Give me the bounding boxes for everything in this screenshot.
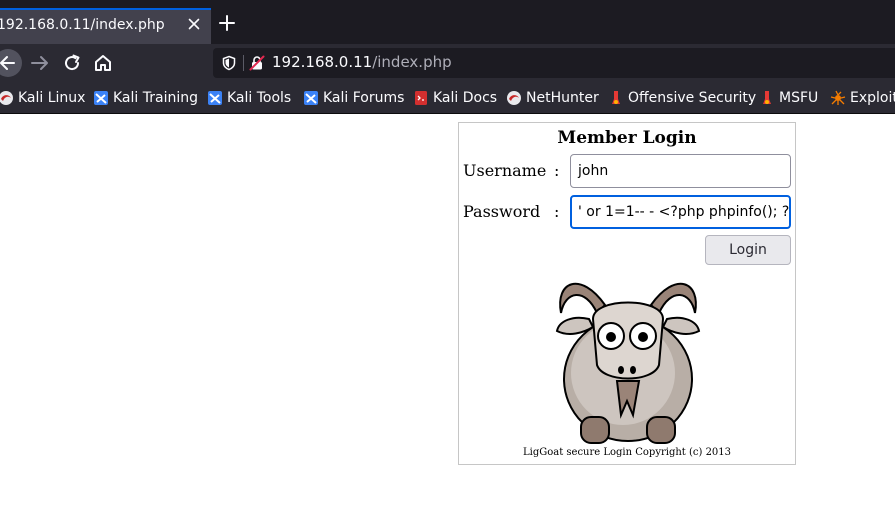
kali-training-icon: [94, 91, 108, 105]
bookmark-nethunter[interactable]: NetHunter: [506, 89, 599, 107]
close-tab-icon[interactable]: [186, 16, 202, 32]
new-tab-icon[interactable]: [218, 14, 236, 32]
kali-tools-icon: [208, 91, 222, 105]
nethunter-icon: [507, 91, 521, 105]
arrow-left-icon: [0, 56, 15, 70]
tab-strip: 192.168.0.11/index.php: [0, 0, 895, 44]
password-colon: :: [554, 202, 560, 221]
bookmark-label: NetHunter: [526, 90, 599, 106]
offsec-icon: [612, 91, 620, 104]
bookmark-label: Kali Linux: [18, 90, 86, 106]
home-icon: [95, 55, 111, 71]
tab-active[interactable]: 192.168.0.11/index.php: [0, 8, 211, 44]
insecure-lock-icon[interactable]: [249, 55, 265, 71]
bookmark-kali-forums[interactable]: Kali Forums: [303, 89, 404, 107]
bookmark-label: Exploit: [850, 90, 895, 106]
reload-icon: [65, 54, 80, 71]
exploit-db-icon: [830, 90, 846, 105]
bookmarks-toolbar: Kali Linux Kali Training Kali Tools Kali…: [0, 81, 895, 114]
tracking-protection-shield-icon[interactable]: [221, 55, 237, 71]
url-host: 192.168.0.11: [272, 53, 373, 71]
bookmark-label: Offensive Security: [628, 90, 757, 106]
username-colon: :: [554, 161, 560, 180]
bookmark-label: MSFU: [779, 90, 819, 106]
kali-forums-icon: [304, 91, 318, 105]
kali-docs-icon: [415, 91, 427, 105]
bookmark-kali-tools[interactable]: Kali Tools: [207, 89, 291, 107]
bookmark-kali-docs[interactable]: Kali Docs: [413, 89, 497, 107]
bookmark-label: Kali Training: [113, 90, 198, 106]
bookmark-msfu[interactable]: MSFU: [759, 89, 818, 107]
password-label: Password: [463, 202, 541, 221]
bookmark-offensive-security[interactable]: Offensive Security: [608, 89, 756, 107]
password-field[interactable]: ' or 1=1-- - <?php phpinfo(); ?>: [570, 195, 791, 229]
tab-title: 192.168.0.11/index.php: [0, 17, 165, 33]
msfu-icon: [763, 91, 771, 104]
bookmark-label: Kali Forums: [323, 90, 405, 106]
bookmark-label: Kali Docs: [433, 90, 498, 106]
username-label: Username: [463, 161, 547, 180]
copyright-text: LigGoat secure Login Copyright (c) 2013: [522, 447, 732, 458]
navigation-toolbar: 192.168.0.11/index.php: [0, 44, 895, 81]
login-form: Member Login Username : john Password : …: [458, 122, 796, 465]
bookmark-kali-linux[interactable]: Kali Linux: [0, 89, 85, 107]
url-text[interactable]: 192.168.0.11/index.php: [272, 53, 452, 71]
back-button[interactable]: [0, 49, 22, 77]
forward-button[interactable]: [27, 50, 53, 76]
login-button[interactable]: Login: [705, 235, 791, 265]
reload-button[interactable]: [59, 50, 85, 76]
url-path: /index.php: [372, 53, 452, 71]
address-bar[interactable]: 192.168.0.11/index.php: [213, 48, 895, 78]
username-value: john: [578, 163, 609, 179]
goat-mascot-image: [555, 282, 701, 444]
url-separator: [243, 55, 244, 71]
bookmark-kali-training[interactable]: Kali Training: [93, 89, 198, 107]
home-button[interactable]: [90, 50, 116, 76]
bookmark-label: Kali Tools: [227, 90, 292, 106]
page-title: Member Login: [557, 128, 697, 148]
username-field[interactable]: john: [570, 154, 791, 188]
kali-dragon-icon: [0, 91, 13, 105]
arrow-right-icon: [31, 56, 48, 70]
password-value: ' or 1=1-- - <?php phpinfo(); ?>: [578, 204, 791, 220]
bookmark-exploit[interactable]: Exploit: [830, 89, 895, 107]
